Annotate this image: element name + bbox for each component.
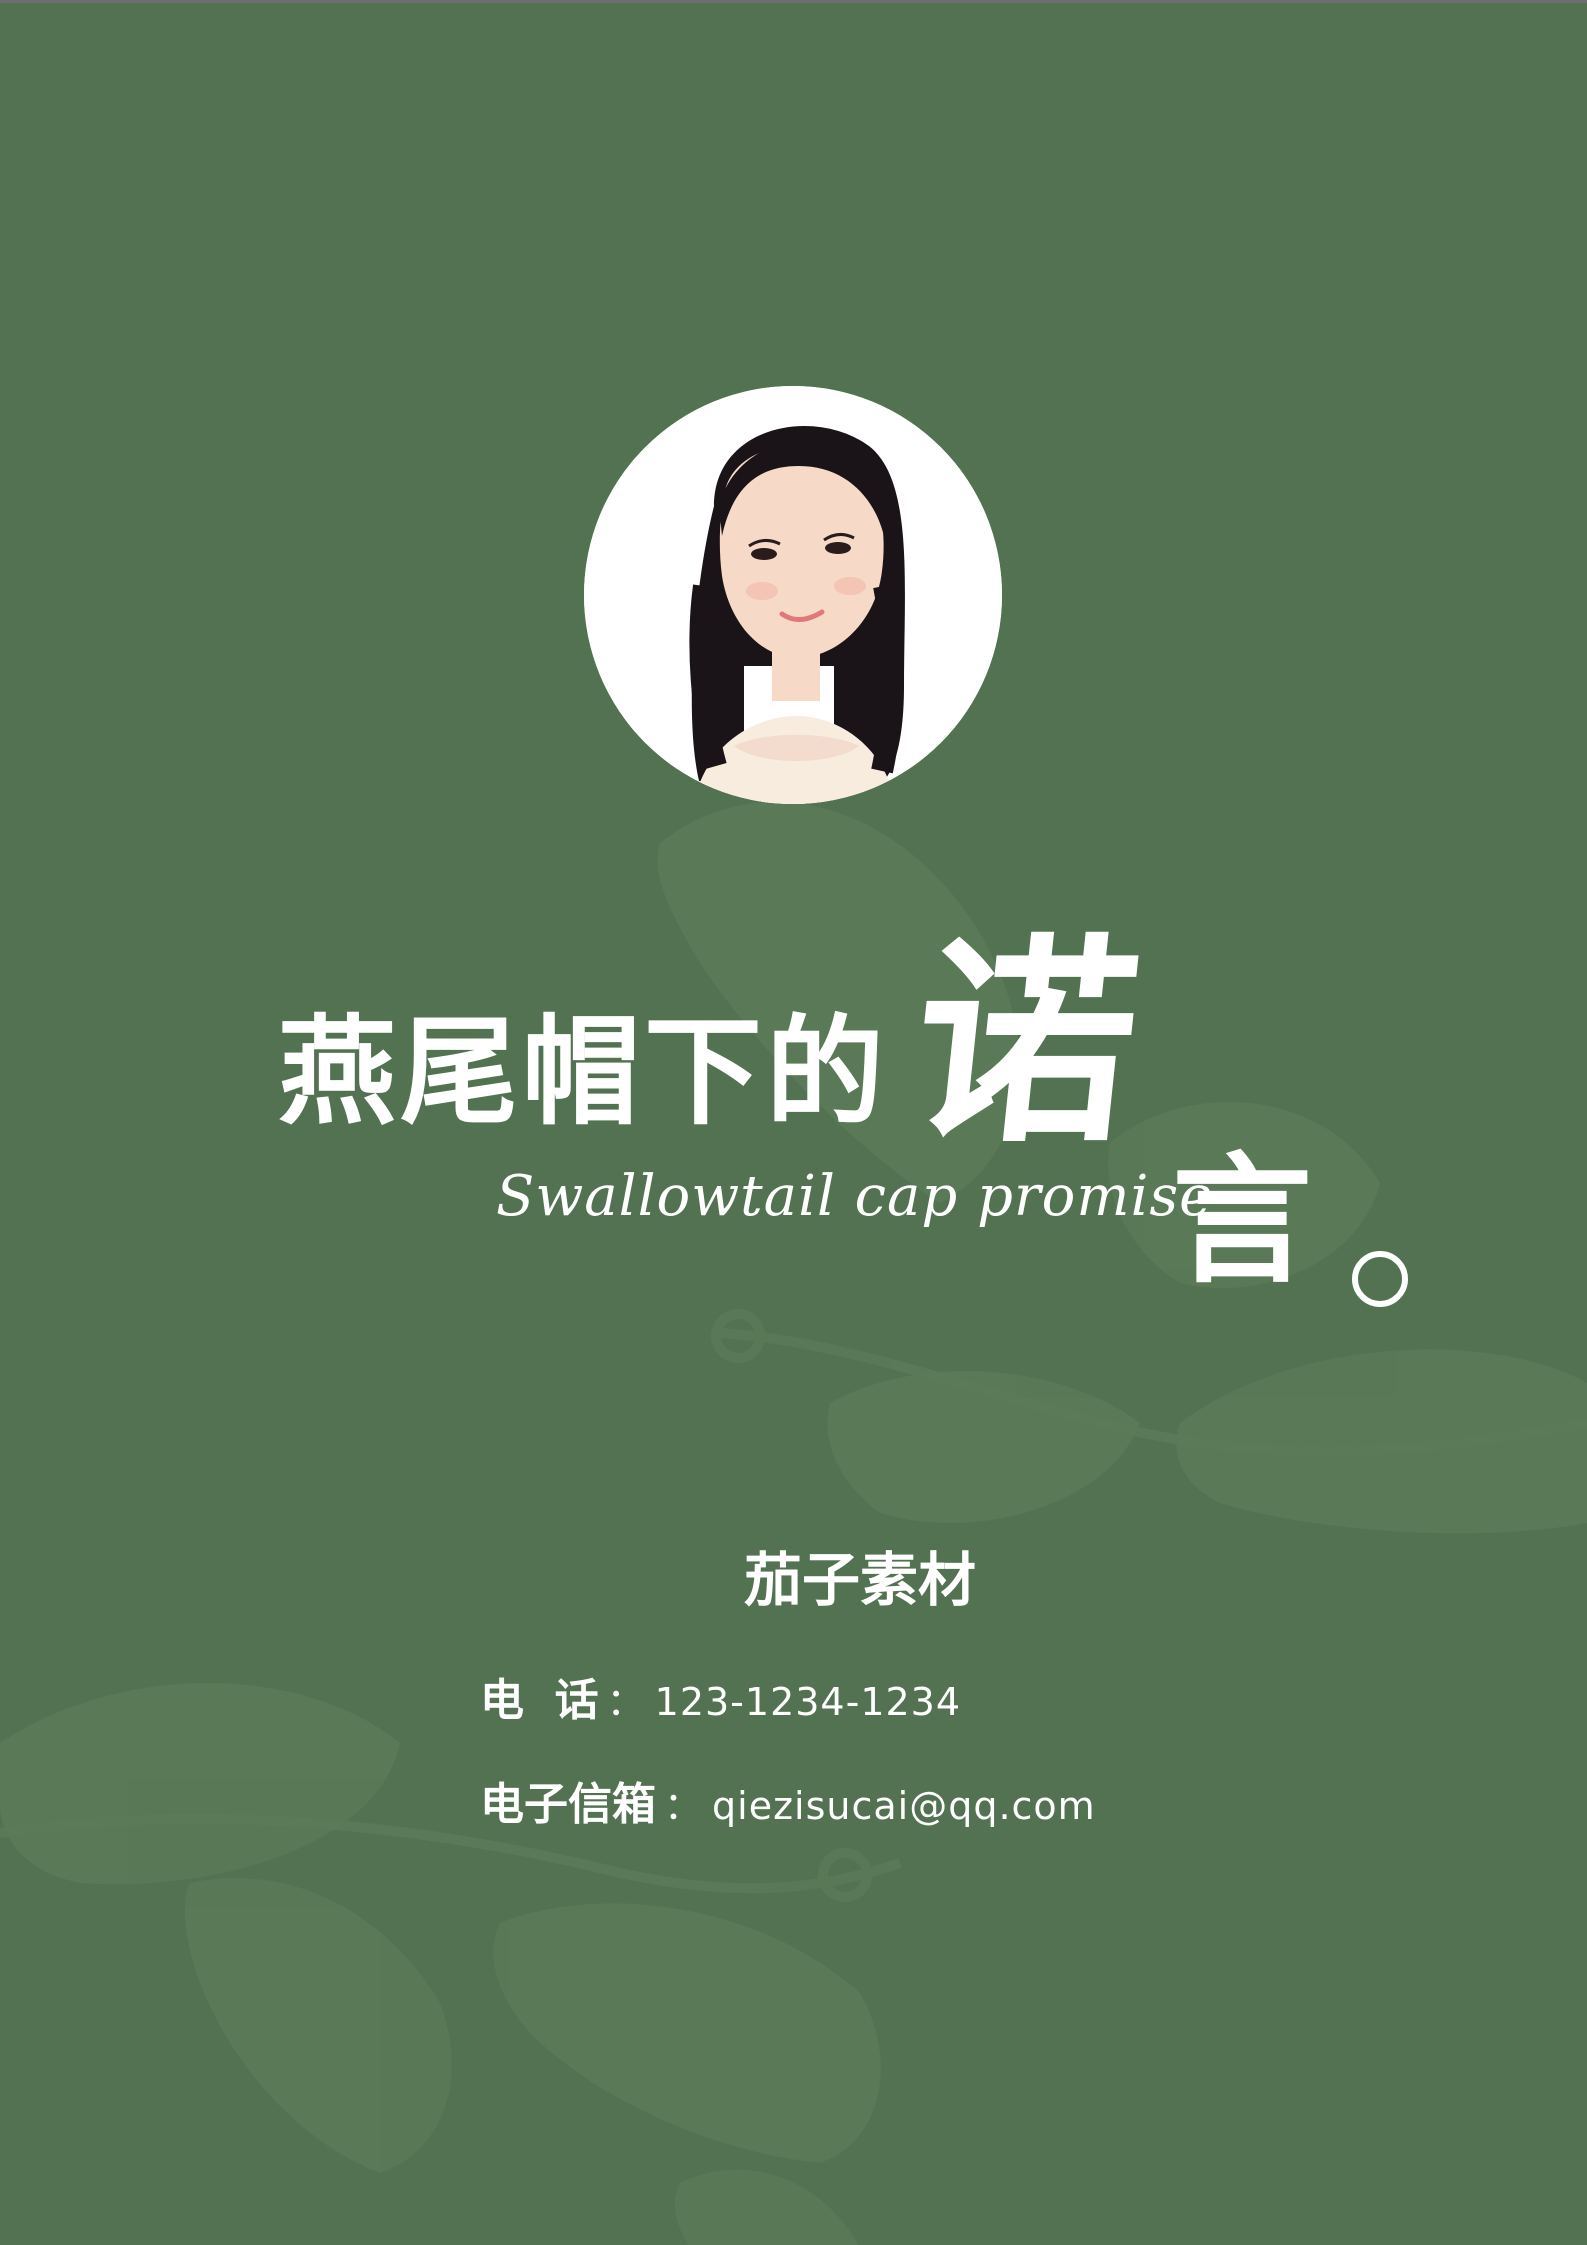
contact-phone-row: 电 话 ： 123-1234-1234 bbox=[480, 1679, 961, 1723]
phone-label: 电 话 bbox=[480, 1675, 599, 1726]
email-value: qiezisucai@qq.com bbox=[712, 1784, 1096, 1828]
avatar-illustration-icon bbox=[584, 386, 1002, 804]
email-separator: ： bbox=[664, 1784, 703, 1828]
title-big-char-1: 诺 bbox=[902, 913, 1150, 1172]
phone-separator: ： bbox=[606, 1680, 645, 1724]
title-main: 燕尾帽下的 bbox=[278, 1002, 889, 1141]
phone-value: 123-1234-1234 bbox=[654, 1680, 962, 1724]
title-subtitle: Swallowtail cap promise bbox=[496, 1164, 1214, 1229]
title-period-mark bbox=[1352, 1251, 1408, 1307]
resume-cover: 燕尾帽下的 诺 言 Swallowtail cap promise 茄子素材 电… bbox=[0, 0, 1587, 2245]
company-name: 茄子素材 bbox=[744, 1546, 977, 1614]
contact-email-row: 电子信箱 ： qiezisucai@qq.com bbox=[480, 1783, 1096, 1827]
email-label: 电子信箱 bbox=[480, 1779, 656, 1830]
avatar bbox=[584, 386, 1002, 804]
